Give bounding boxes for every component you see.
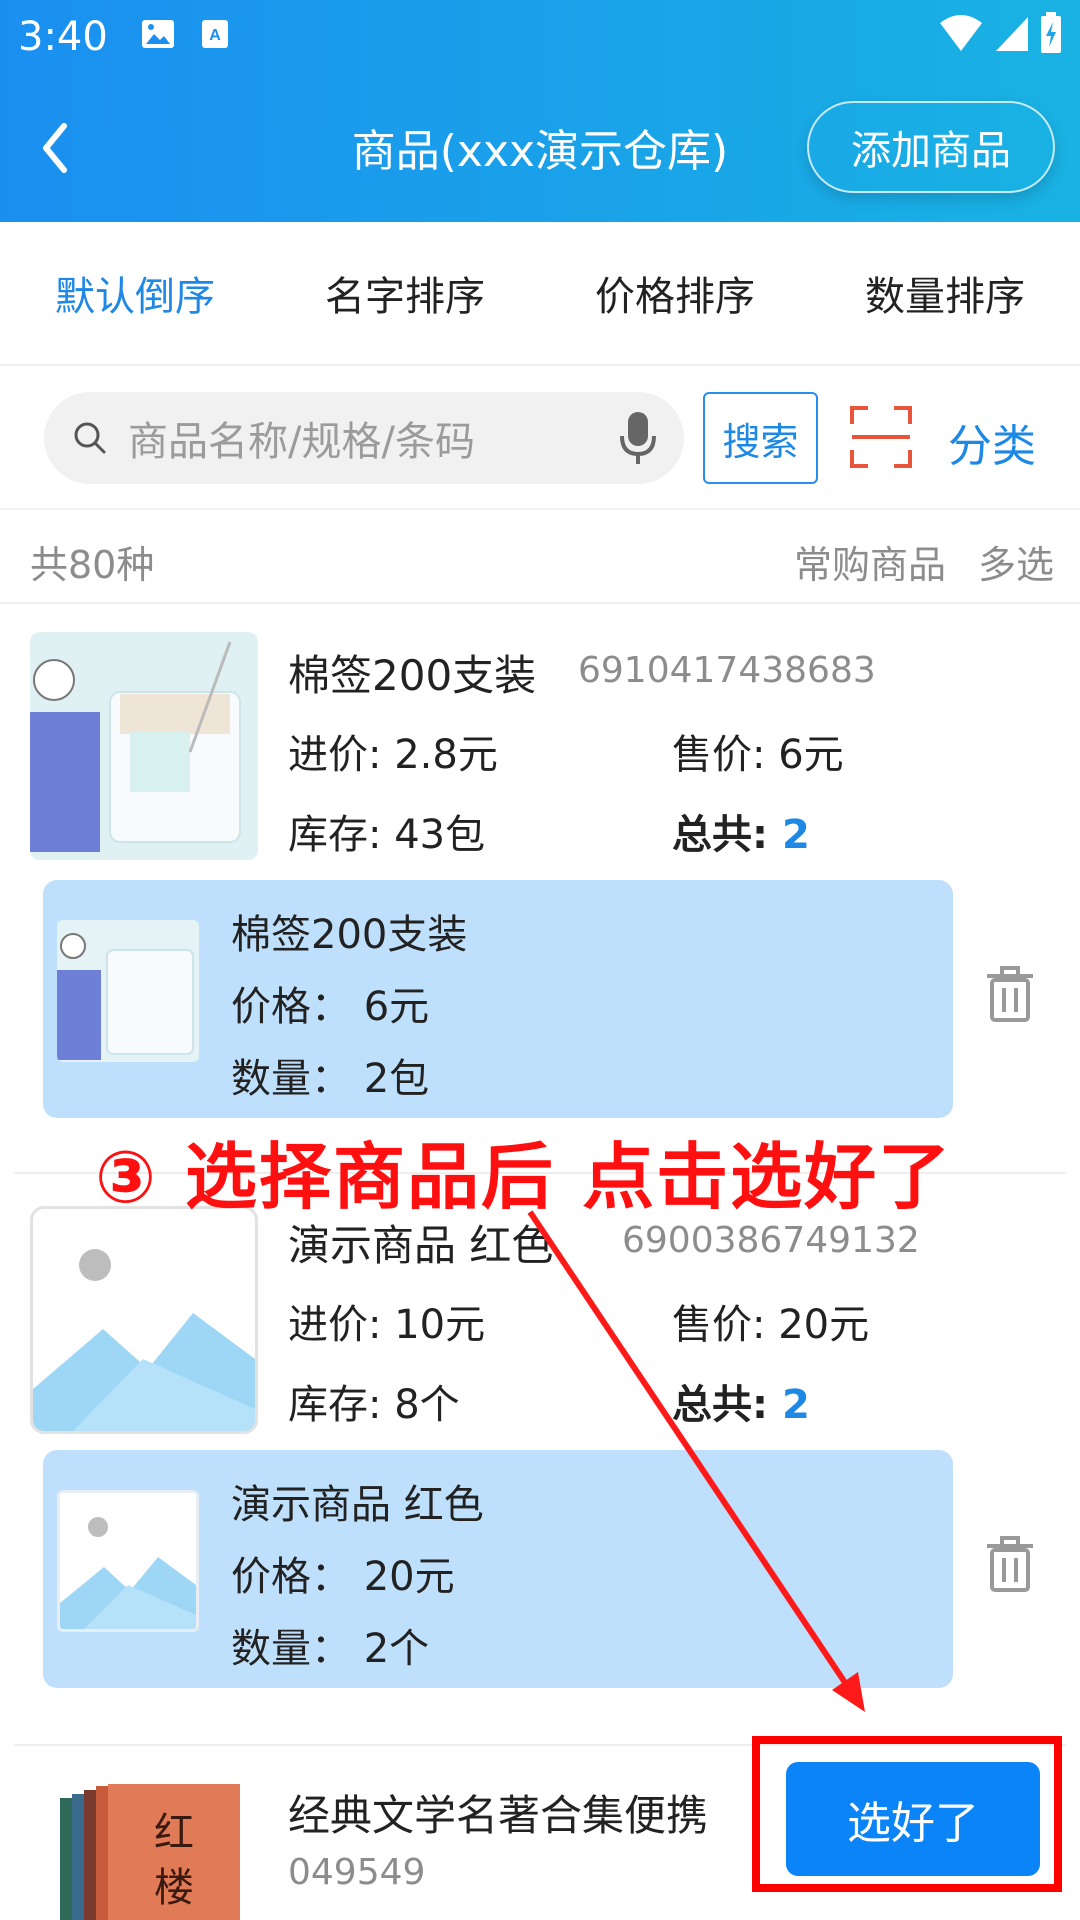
app-notification-icon: A <box>202 20 228 48</box>
list-item[interactable]: 棉签200支装 6910417438683 进价: 2.8元 售价: 6元 库存… <box>0 604 1080 1172</box>
image-notification-icon <box>142 20 174 48</box>
list-info-row: 共80种 常购商品 多选 <box>0 512 1080 604</box>
selected-item-card[interactable]: 棉签200支装 价格： 6元 数量： 2包 <box>43 880 953 1118</box>
total-value: 2 <box>781 812 810 858</box>
status-notification-icons: A <box>140 18 230 50</box>
status-time: 3:40 <box>18 14 108 60</box>
selected-item-name: 棉签200支装 <box>231 912 468 958</box>
battery-icon <box>1041 12 1061 53</box>
list-item[interactable]: 演示商品 红色 6900386749132 进价: 10元 售价: 20元 库存… <box>0 1176 1080 1742</box>
cost-value: 2.8元 <box>394 732 498 778</box>
total-value: 2 <box>781 1382 810 1428</box>
product-barcode: 049549 <box>288 1852 426 1893</box>
price-label: 售价: <box>672 1302 766 1348</box>
tutorial-annotation: ③ 选择商品后 点击选好了 <box>95 1135 953 1219</box>
total-count: 共80种 <box>30 543 155 587</box>
price-value: 20元 <box>778 1302 870 1348</box>
stock-value: 8个 <box>394 1382 460 1428</box>
search-button[interactable]: 搜索 <box>703 392 818 484</box>
price-label: 售价: <box>672 732 766 778</box>
selected-item-card[interactable]: 演示商品 红色 价格： 20元 数量： 2个 <box>43 1450 953 1688</box>
product-name: 经典文学名著合集便携 <box>288 1791 709 1840</box>
microphone-icon[interactable] <box>618 410 658 466</box>
stock-label: 库存: <box>288 1382 382 1428</box>
svg-text:楼: 楼 <box>154 1865 194 1911</box>
app-header: 3:40 A 商品(xxx演示仓库) 添加商品 <box>0 0 1080 222</box>
total-selected: 总共: 2 <box>672 802 810 860</box>
signal-icon <box>996 17 1028 51</box>
svg-text:红: 红 <box>154 1810 194 1856</box>
price-value: 6元 <box>778 732 844 778</box>
sale-price: 售价: 6元 <box>672 722 844 780</box>
cost-price: 进价: 10元 <box>288 1292 485 1350</box>
selected-item-price: 价格： 20元 <box>231 1554 455 1600</box>
cost-price: 进价: 2.8元 <box>288 722 498 780</box>
selected-item-price: 价格： 6元 <box>231 984 430 1030</box>
tab-quantity-sort[interactable]: 数量排序 <box>810 264 1080 322</box>
product-image <box>30 632 258 860</box>
sale-price: 售价: 20元 <box>672 1292 869 1350</box>
tab-default-desc[interactable]: 默认倒序 <box>0 264 270 322</box>
cost-value: 10元 <box>394 1302 486 1348</box>
selected-item-name: 演示商品 红色 <box>231 1482 484 1528</box>
search-input[interactable]: 商品名称/规格/条码 <box>44 392 684 484</box>
stock-label: 库存: <box>288 812 382 858</box>
total-selected: 总共: 2 <box>672 1372 810 1430</box>
trash-icon[interactable] <box>985 966 1035 1022</box>
product-barcode: 6910417438683 <box>578 650 876 691</box>
selected-item-image-placeholder <box>57 1490 199 1632</box>
tab-name-sort[interactable]: 名字排序 <box>270 264 540 322</box>
status-system-icons <box>938 12 1062 54</box>
product-image: 红 楼 <box>60 1776 240 1920</box>
wifi-icon <box>940 15 982 51</box>
stock: 库存: 43包 <box>288 802 485 860</box>
product-image-placeholder <box>30 1206 258 1434</box>
product-barcode: 6900386749132 <box>622 1220 920 1261</box>
add-product-button[interactable]: 添加商品 <box>807 101 1055 193</box>
search-icon <box>74 422 106 454</box>
stock-value: 43包 <box>394 812 486 858</box>
cost-label: 进价: <box>288 1302 382 1348</box>
category-button[interactable]: 分类 <box>948 410 1036 474</box>
selected-item-quantity: 数量： 2包 <box>231 1056 430 1102</box>
confirm-selection-button[interactable]: 选好了 <box>786 1762 1040 1876</box>
stock: 库存: 8个 <box>288 1372 460 1430</box>
sort-tabs: 默认倒序 名字排序 价格排序 数量排序 <box>0 222 1080 366</box>
cost-label: 进价: <box>288 732 382 778</box>
search-row: 商品名称/规格/条码 搜索 分类 <box>0 366 1080 510</box>
total-label: 总共: <box>672 812 768 858</box>
svg-text:A: A <box>209 27 221 44</box>
trash-icon[interactable] <box>985 1536 1035 1592</box>
search-placeholder: 商品名称/规格/条码 <box>128 419 475 465</box>
frequent-products-link[interactable]: 常购商品 <box>794 534 946 589</box>
tab-price-sort[interactable]: 价格排序 <box>540 264 810 322</box>
selected-item-image <box>57 920 199 1062</box>
selected-item-quantity: 数量： 2个 <box>231 1626 430 1672</box>
multi-select-link[interactable]: 多选 <box>978 534 1054 589</box>
product-name: 棉签200支装 <box>288 651 537 700</box>
scan-icon[interactable] <box>850 406 912 468</box>
total-label: 总共: <box>672 1382 768 1428</box>
